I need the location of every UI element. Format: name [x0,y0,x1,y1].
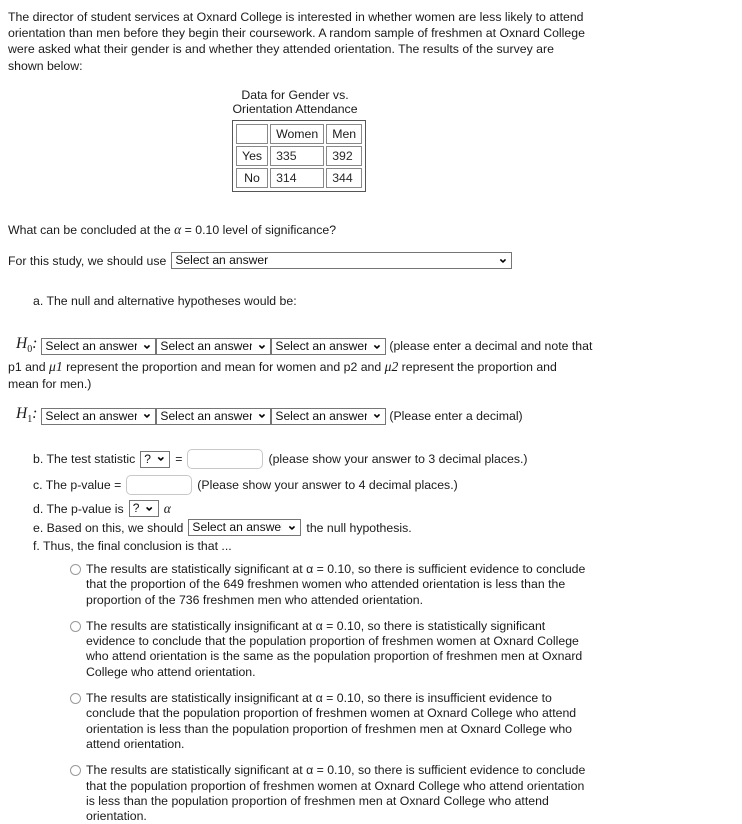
study-method-select-wrap[interactable]: Select an answer ⌄ [171,251,513,269]
radio-button-icon[interactable] [70,765,81,777]
part-b-note: (please show your answer to 3 decimal pl… [268,452,528,466]
study-method-select[interactable]: Select an answer [171,252,513,269]
conclusion-option-1[interactable]: The results are statistically significan… [70,562,590,608]
p-value-compare-select-wrap[interactable]: ? ⌄ [128,499,159,517]
study-method-row: For this study, we should use Select an … [8,251,732,269]
h0-value-select[interactable]: Select an answer [271,338,387,356]
part-f-row: f. Thus, the final conclusion is that ..… [33,538,732,554]
column-header-women: Women [270,124,325,144]
conclusion-option-label: The results are statistically significan… [86,562,586,607]
hypotheses-block: H0: Select an answer ⌄ Select an answer ⌄ Sel… [8,335,732,428]
column-header-men: Men [326,124,363,144]
h1-select-1-wrap[interactable]: Select an answer ⌄ [41,407,157,425]
gender-orientation-table: Women Men Yes 335 392 No 314 344 [232,120,367,192]
h1-note: (Please enter a decimal) [389,408,523,423]
alpha-question-post: = 0.10 level of significance? [181,223,337,237]
radio-button-icon[interactable] [70,620,81,632]
row-header-no: No [236,168,269,188]
worksheet-page: The director of student services at Oxna… [0,0,742,824]
alt-hypothesis-row: H1: Select an answer ⌄ Select an answer ⌄ Sel… [8,405,732,428]
parts-list: b. The test statistic ? ⌄ = (please show… [33,449,732,824]
mu1-symbol: μ1 [49,359,63,375]
h0-parameter-select[interactable]: Select an answer [41,338,157,356]
part-c-note: (Please show your answer to 4 decimal pl… [197,478,458,492]
significance-level-question: What can be concluded at the α = 0.10 le… [8,222,732,238]
equals-sign: = [175,452,183,466]
table-row: No 314 344 [236,168,363,188]
h1-select-2-wrap[interactable]: Select an answer ⌄ [156,407,272,425]
radio-button-icon[interactable] [70,564,81,575]
h0-select-1-wrap[interactable]: Select an answer ⌄ [41,337,157,356]
p-value-compare-select[interactable]: ? [128,500,159,517]
conclusion-option-2[interactable]: The results are statistically insignific… [70,619,590,680]
part-b-row: b. The test statistic ? ⌄ = (please show… [33,449,732,469]
conclusion-option-label: The results are statistically significan… [86,763,586,824]
part-e-row: e. Based on this, we should Select an an… [33,518,732,536]
h0-operator-select[interactable]: Select an answer [156,338,272,356]
radio-button-icon[interactable] [70,693,81,705]
table-corner-cell [236,124,269,144]
part-d-row: d. The p-value is ? ⌄ α [33,499,732,517]
h0-explanation: p1 and μ1 represent the proportion and m… [8,359,557,391]
part-c-label: c. The p-value = [33,478,122,492]
h1-select-3-wrap[interactable]: Select an answer ⌄ [271,407,387,425]
study-method-label: For this study, we should use [8,253,167,268]
table-header-row: Women Men [236,124,363,144]
part-c-row: c. The p-value = (Please show your answe… [33,475,732,495]
h1-operator-select[interactable]: Select an answer [156,407,272,425]
alpha-icon: α [163,500,171,516]
test-statistic-input[interactable] [187,449,264,469]
h1-value-select[interactable]: Select an answer [271,407,387,425]
part-f-label: f. Thus, the final conclusion is that ..… [33,539,232,553]
table-row: Yes 335 392 [236,146,363,166]
data-table-block: Data for Gender vs. Orientation Attendan… [6,88,732,192]
table-caption: Data for Gender vs. Orientation Attendan… [232,87,358,117]
test-statistic-select-wrap[interactable]: ? ⌄ [140,450,171,468]
test-statistic-type-select[interactable]: ? [140,450,171,468]
h0-select-2-wrap[interactable]: Select an answer ⌄ [156,337,272,356]
conclusion-options: The results are statistically significan… [70,562,732,824]
h0-label: H0: [16,335,38,356]
part-a-label: a. The null and alternative hypotheses w… [33,294,297,308]
null-hypothesis-row: H0: Select an answer ⌄ Select an answer ⌄ Sel… [8,335,732,358]
conclusion-option-4[interactable]: The results are statistically significan… [70,763,590,824]
cell-yes-men: 392 [326,146,363,166]
conclusion-option-3[interactable]: The results are statistically insignific… [70,691,590,752]
conclusion-option-label: The results are statistically insignific… [86,618,583,679]
cell-yes-women: 335 [270,146,325,166]
h1-parameter-select[interactable]: Select an answer [41,407,157,425]
cell-no-women: 314 [270,168,325,188]
decision-select-wrap[interactable]: Select an answer ⌄ [188,518,302,536]
decision-select[interactable]: Select an answer [188,519,302,536]
problem-statement: The director of student services at Oxna… [8,10,585,73]
cell-no-men: 344 [326,168,363,188]
h1-label: H1: [16,404,38,425]
alpha-question-pre: What can be concluded at the [8,223,175,237]
row-header-yes: Yes [236,146,269,166]
h0-note: (please enter a decimal and note that [389,339,593,354]
part-e-label-pre: e. Based on this, we should [33,520,184,535]
h0-select-3-wrap[interactable]: Select an answer ⌄ [271,337,387,356]
p-value-input[interactable] [126,475,193,495]
part-d-label: d. The p-value is [33,501,124,516]
part-b-label: b. The test statistic [33,452,136,466]
mu2-symbol: μ2 [384,359,399,375]
part-e-label-post: the null hypothesis. [306,520,412,535]
conclusion-option-label: The results are statistically insignific… [86,691,577,751]
